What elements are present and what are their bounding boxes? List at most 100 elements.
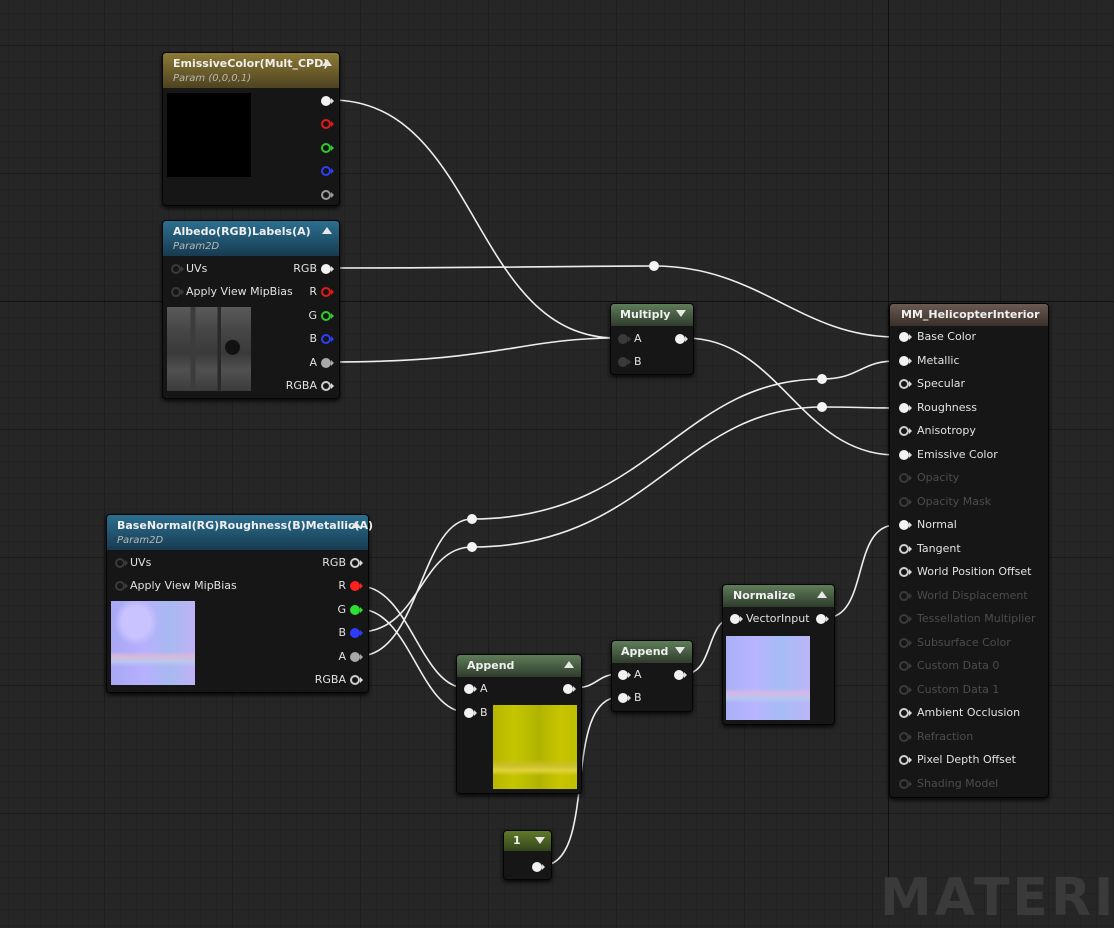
texture-preview <box>167 307 251 391</box>
output-pin[interactable] <box>674 670 687 680</box>
collapse-arrow-icon[interactable] <box>351 521 361 528</box>
color-preview <box>167 93 251 177</box>
pin-label: World Displacement <box>917 588 1028 602</box>
collapse-arrow-icon[interactable] <box>322 227 332 234</box>
constant-node[interactable]: 1 <box>503 830 552 880</box>
output-pin-g[interactable] <box>350 605 363 615</box>
input-pin-b[interactable] <box>618 357 631 367</box>
output-pin-rgba[interactable] <box>321 381 334 391</box>
input-pin-mipbias[interactable] <box>115 581 128 591</box>
collapse-arrow-icon[interactable] <box>676 310 686 317</box>
output-pin-rgba[interactable] <box>321 96 334 106</box>
node-title: EmissiveColor(Mult_CPD) <box>173 57 329 70</box>
reroute-node[interactable] <box>649 261 659 271</box>
node-header[interactable]: Multiply <box>611 304 693 326</box>
output-pin[interactable] <box>675 334 688 344</box>
reroute-node[interactable] <box>467 542 477 552</box>
input-pin-pixel-depth-offset[interactable] <box>899 755 912 765</box>
input-pin-anisotropy[interactable] <box>899 426 912 436</box>
output-pin-rgba[interactable] <box>350 675 363 685</box>
pin-label: RGBA <box>314 673 346 686</box>
input-pin-metallic[interactable] <box>899 355 912 366</box>
input-pin-a[interactable] <box>464 684 477 694</box>
input-pin-tangent[interactable] <box>899 543 912 554</box>
output-pin[interactable] <box>532 862 545 872</box>
input-pin-uvs[interactable] <box>171 264 184 274</box>
pin-label: RGBA <box>285 379 317 392</box>
normalize-node[interactable]: Normalize VectorInput <box>722 584 835 725</box>
node-header[interactable]: Append <box>457 655 581 677</box>
input-pin-b[interactable] <box>464 708 477 718</box>
output-pin-r[interactable] <box>350 581 363 591</box>
input-pin-world-position-offset[interactable] <box>899 567 912 577</box>
output-pin-g[interactable] <box>321 143 334 153</box>
input-pin-emissive-color[interactable] <box>899 449 912 460</box>
input-pin-a[interactable] <box>618 334 631 344</box>
pin-label: UVs <box>186 262 208 275</box>
output-pin-g[interactable] <box>321 311 334 321</box>
reroute-node[interactable] <box>817 402 827 412</box>
pin-label: Metallic <box>917 353 960 367</box>
append-node-2[interactable]: Append A B <box>611 640 693 712</box>
node-header[interactable]: Albedo(RGB)Labels(A) Param2D <box>163 221 339 256</box>
output-pin-b[interactable] <box>321 334 334 344</box>
collapse-arrow-icon[interactable] <box>322 59 332 66</box>
input-pin-custom-data-0[interactable] <box>899 661 912 671</box>
input-pin-opacity[interactable] <box>899 473 912 483</box>
input-pin-tessellation-multiplier[interactable] <box>899 614 912 624</box>
output-pin[interactable] <box>563 684 576 694</box>
input-pin-uvs[interactable] <box>115 558 128 568</box>
node-header[interactable]: Normalize <box>723 585 834 607</box>
node-preview <box>726 636 810 720</box>
output-pin-b[interactable] <box>321 166 334 176</box>
pin-label: Normal <box>917 518 957 531</box>
input-pin-world-displacement[interactable] <box>899 590 912 601</box>
collapse-arrow-icon[interactable] <box>817 591 827 598</box>
node-header[interactable]: BaseNormal(RG)Roughness(B)Metallic(A) Pa… <box>107 515 373 550</box>
node-header[interactable]: 1 <box>504 831 551 851</box>
albedo-texture-node[interactable]: Albedo(RGB)Labels(A) Param2D UVs Apply V… <box>162 220 340 399</box>
base-normal-texture-node[interactable]: BaseNormal(RG)Roughness(B)Metallic(A) Pa… <box>106 514 373 693</box>
collapse-arrow-icon[interactable] <box>675 647 685 654</box>
output-pin[interactable] <box>816 614 829 624</box>
collapse-arrow-icon[interactable] <box>535 837 545 844</box>
input-pin-refraction[interactable] <box>899 731 912 742</box>
input-pin-b[interactable] <box>618 693 631 703</box>
node-header[interactable]: MM_HelicopterInterior <box>890 304 1048 326</box>
input-pin-normal[interactable] <box>899 520 912 530</box>
reroute-node[interactable] <box>467 514 477 524</box>
output-pin-r[interactable] <box>321 119 334 129</box>
pin-label: A <box>480 682 488 695</box>
input-pin-ambient-occlusion[interactable] <box>899 708 912 718</box>
output-pin-a[interactable] <box>321 190 334 200</box>
node-header[interactable]: Append <box>612 641 692 663</box>
material-result-node[interactable]: MM_HelicopterInterior Base Color Metallic… <box>889 303 1049 798</box>
collapse-arrow-icon[interactable] <box>564 661 574 668</box>
input-pin-mipbias[interactable] <box>171 287 184 297</box>
emissive-color-param-node[interactable]: EmissiveColor(Mult_CPD) Param (0,0,0,1) <box>162 52 340 206</box>
multiply-node[interactable]: Multiply A B <box>610 303 694 375</box>
input-pin-shading-model[interactable] <box>899 778 912 789</box>
pin-label: Custom Data 0 <box>917 659 1000 672</box>
output-pin-rgb[interactable] <box>321 264 334 274</box>
input-pin-base-color[interactable] <box>899 332 912 342</box>
output-pin-a[interactable] <box>350 652 363 662</box>
input-pin-subsurface-color[interactable] <box>899 637 912 648</box>
node-title: Normalize <box>733 589 796 602</box>
input-pin-roughness[interactable] <box>899 402 912 413</box>
reroute-node[interactable] <box>817 374 827 384</box>
input-pin-a[interactable] <box>618 670 631 680</box>
pin-label: Roughness <box>917 400 978 414</box>
input-pin-custom-data-1[interactable] <box>899 684 912 695</box>
output-pin-a[interactable] <box>321 358 334 368</box>
input-pin-opacity-mask[interactable] <box>899 496 912 507</box>
output-pin-b[interactable] <box>350 628 363 638</box>
output-pin-rgb[interactable] <box>350 558 363 568</box>
input-pin-vector[interactable] <box>730 614 743 624</box>
input-pin-specular[interactable] <box>899 379 912 389</box>
output-pin-r[interactable] <box>321 287 334 297</box>
pin-label: RGB <box>293 262 317 275</box>
node-header[interactable]: EmissiveColor(Mult_CPD) Param (0,0,0,1) <box>163 53 339 88</box>
pin-label: Apply View MipBias <box>130 579 237 592</box>
append-node[interactable]: Append A B <box>456 654 582 794</box>
